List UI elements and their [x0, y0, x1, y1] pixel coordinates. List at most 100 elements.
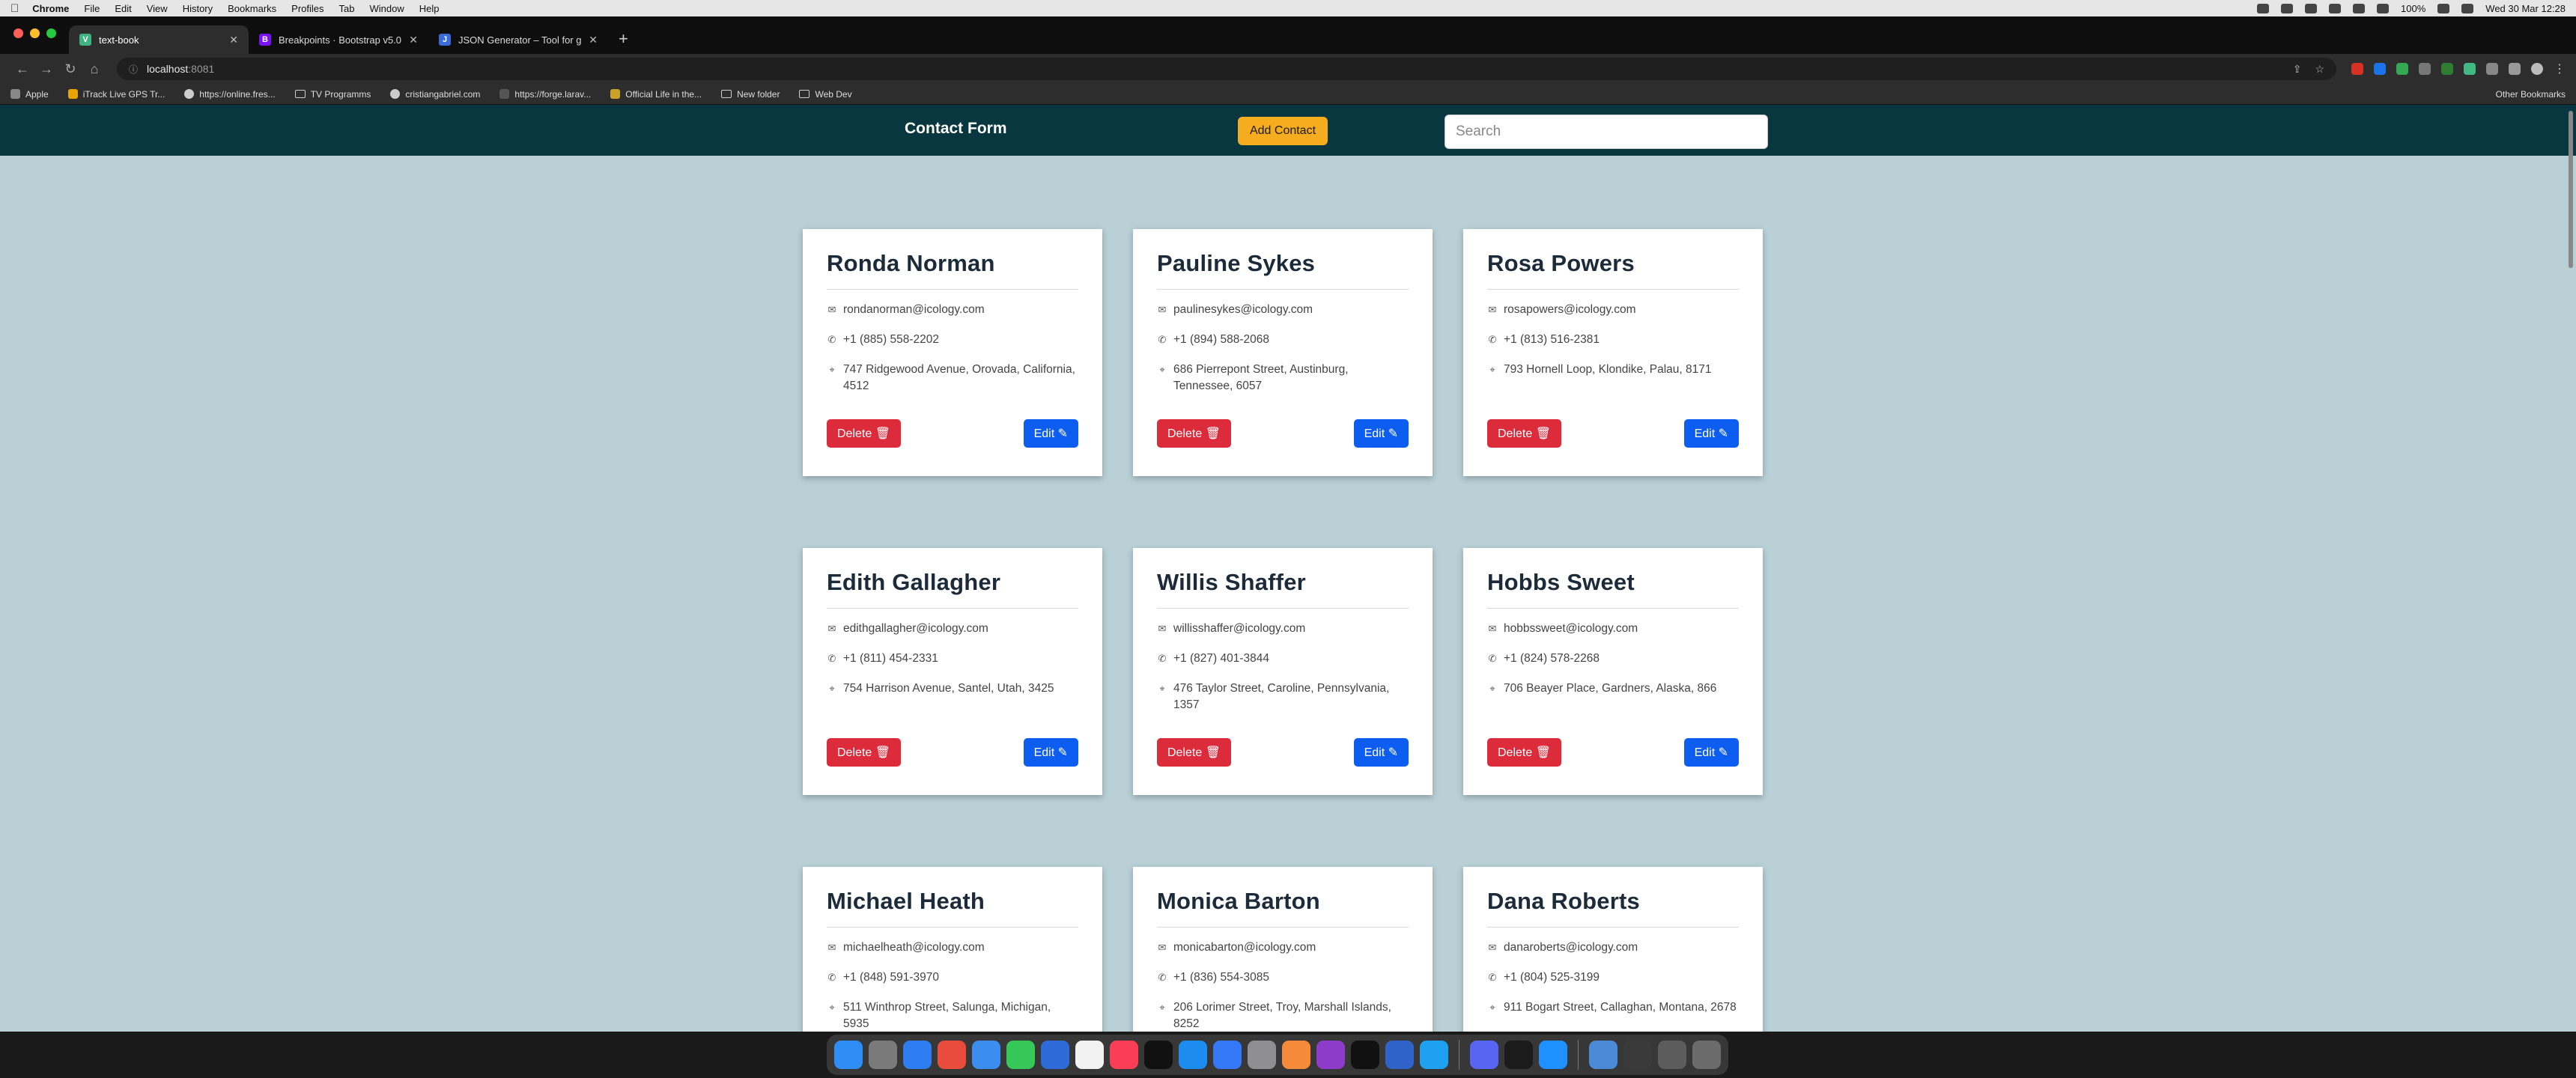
dock-app-icon[interactable]	[938, 1041, 966, 1069]
delete-button[interactable]: Delete 🗑	[1157, 738, 1232, 767]
menu-profiles[interactable]: Profiles	[291, 3, 323, 14]
dock-app-icon[interactable]	[1179, 1041, 1207, 1069]
extension-icon[interactable]	[2396, 63, 2408, 75]
apple-menu-icon[interactable]: 	[10, 2, 19, 15]
bookmark-cristiangabriel[interactable]: cristiangabriel.com	[390, 89, 480, 100]
edit-button[interactable]: Edit ✎	[1683, 419, 1739, 448]
extension-icon[interactable]	[2351, 63, 2363, 75]
site-info-icon[interactable]: ⓘ	[129, 63, 138, 76]
forward-arrow-icon[interactable]: →	[34, 61, 58, 77]
dock-app-icon[interactable]	[1351, 1041, 1379, 1069]
cloud-icon[interactable]	[2305, 3, 2318, 13]
new-tab-icon[interactable]: +	[619, 25, 628, 54]
extension-icon[interactable]	[2441, 63, 2453, 75]
sidebar-icon[interactable]	[2509, 63, 2521, 75]
dock-app-icon[interactable]	[972, 1041, 1000, 1069]
edit-button[interactable]: Edit ✎	[1353, 738, 1409, 767]
dock-app-icon[interactable]	[869, 1041, 897, 1069]
wifi-icon[interactable]	[2377, 3, 2390, 13]
dock-app-icon[interactable]	[1420, 1041, 1448, 1069]
edit-button[interactable]: Edit ✎	[1353, 419, 1409, 448]
delete-button[interactable]: Delete 🗑	[827, 419, 902, 448]
close-window-icon[interactable]	[13, 28, 23, 38]
control-center-icon[interactable]	[2353, 3, 2366, 13]
dock-app-icon[interactable]	[1539, 1041, 1567, 1069]
edit-button[interactable]: Edit ✎	[1023, 738, 1078, 767]
bookmark-star-icon[interactable]: ☆	[2315, 63, 2324, 76]
dock-app-icon[interactable]	[1282, 1041, 1310, 1069]
bookmark-life-in-uk[interactable]: Official Life in the...	[610, 89, 702, 100]
menu-file[interactable]: File	[84, 3, 100, 14]
menu-tab[interactable]: Tab	[339, 3, 355, 14]
dock-app-icon[interactable]	[1504, 1041, 1533, 1069]
dock-app-icon[interactable]	[834, 1041, 863, 1069]
bookmark-forge[interactable]: https://forge.larav...	[499, 89, 591, 100]
more-menu-icon[interactable]: ⋮	[2554, 61, 2566, 76]
extension-icon[interactable]	[2419, 63, 2431, 75]
bookmark-tv-programms[interactable]: TV Programms	[294, 89, 371, 100]
dock-app-icon[interactable]	[1658, 1041, 1686, 1069]
vue-devtools-icon[interactable]	[2464, 63, 2476, 75]
address-bar[interactable]: ⓘ localhost:8081 ⇪ ☆	[117, 58, 2336, 80]
menu-help[interactable]: Help	[419, 3, 440, 14]
dock-app-icon[interactable]	[1144, 1041, 1173, 1069]
add-contact-button[interactable]: Add Contact	[1238, 117, 1328, 145]
puzzle-icon[interactable]	[2486, 63, 2498, 75]
dock-app-icon[interactable]	[1006, 1041, 1035, 1069]
close-tab-icon[interactable]: ✕	[409, 34, 418, 46]
email-text: paulinesykes@icology.com	[1173, 303, 1313, 316]
dock-app-icon[interactable]	[1110, 1041, 1138, 1069]
bookmark-online-fres[interactable]: https://online.fres...	[184, 89, 276, 100]
reload-icon[interactable]: ↻	[58, 61, 82, 77]
menu-edit[interactable]: Edit	[115, 3, 131, 14]
status-icon[interactable]	[2281, 3, 2294, 13]
bookmark-web-dev[interactable]: Web Dev	[799, 89, 852, 100]
page-scrollbar[interactable]	[2569, 111, 2573, 268]
close-tab-icon[interactable]: ✕	[589, 34, 598, 46]
bookmark-itrack[interactable]: iTrack Live GPS Tr...	[67, 89, 165, 100]
menubar-clock[interactable]: Wed 30 Mar 12:28	[2485, 3, 2566, 14]
menu-bookmarks[interactable]: Bookmarks	[228, 3, 276, 14]
dock-app-icon[interactable]	[1075, 1041, 1104, 1069]
other-bookmarks[interactable]: Other Bookmarks	[2491, 89, 2566, 100]
display-icon[interactable]	[2329, 3, 2342, 13]
edit-button[interactable]: Edit ✎	[1683, 738, 1739, 767]
tab-json-generator[interactable]: J JSON Generator – Tool for gen ✕	[428, 25, 608, 54]
status-icon[interactable]	[2257, 3, 2270, 13]
extension-icon[interactable]	[2374, 63, 2386, 75]
siri-icon[interactable]	[2461, 3, 2474, 13]
home-icon[interactable]: ⌂	[82, 61, 106, 77]
dock-app-icon[interactable]	[903, 1041, 932, 1069]
avatar[interactable]	[2531, 63, 2543, 75]
delete-button[interactable]: Delete 🗑	[827, 738, 902, 767]
dock-app-icon[interactable]	[1692, 1041, 1721, 1069]
tab-breakpoints[interactable]: B Breakpoints · Bootstrap v5.0 ✕	[249, 25, 428, 54]
zoom-window-icon[interactable]	[46, 28, 56, 38]
edit-button[interactable]: Edit ✎	[1023, 419, 1078, 448]
menu-app-name[interactable]: Chrome	[32, 3, 69, 14]
share-icon[interactable]: ⇪	[2293, 63, 2302, 76]
dock-app-icon[interactable]	[1248, 1041, 1276, 1069]
minimize-window-icon[interactable]	[30, 28, 40, 38]
dock-app-icon[interactable]	[1213, 1041, 1242, 1069]
menu-history[interactable]: History	[183, 3, 213, 14]
delete-button[interactable]: Delete 🗑	[1487, 419, 1562, 448]
dock-app-icon[interactable]	[1589, 1041, 1617, 1069]
close-tab-icon[interactable]: ✕	[229, 34, 238, 46]
dock-app-icon[interactable]	[1470, 1041, 1498, 1069]
delete-button[interactable]: Delete 🗑	[1157, 419, 1232, 448]
tab-text-book[interactable]: V text-book ✕	[69, 25, 249, 54]
bookmark-apple[interactable]: Apple	[10, 89, 49, 100]
dock-app-icon[interactable]	[1623, 1041, 1652, 1069]
dock-app-icon[interactable]	[1316, 1041, 1345, 1069]
dock-app-icon[interactable]	[1041, 1041, 1069, 1069]
back-arrow-icon[interactable]: ←	[10, 61, 34, 77]
menu-view[interactable]: View	[147, 3, 168, 14]
search-input[interactable]	[1445, 115, 1768, 149]
menu-window[interactable]: Window	[370, 3, 404, 14]
brand-title[interactable]: Contact Form	[905, 120, 1007, 138]
dock-app-icon[interactable]	[1385, 1041, 1414, 1069]
battery-icon[interactable]	[2437, 3, 2450, 13]
bookmark-new-folder[interactable]: New folder	[721, 89, 780, 100]
delete-button[interactable]: Delete 🗑	[1487, 738, 1562, 767]
